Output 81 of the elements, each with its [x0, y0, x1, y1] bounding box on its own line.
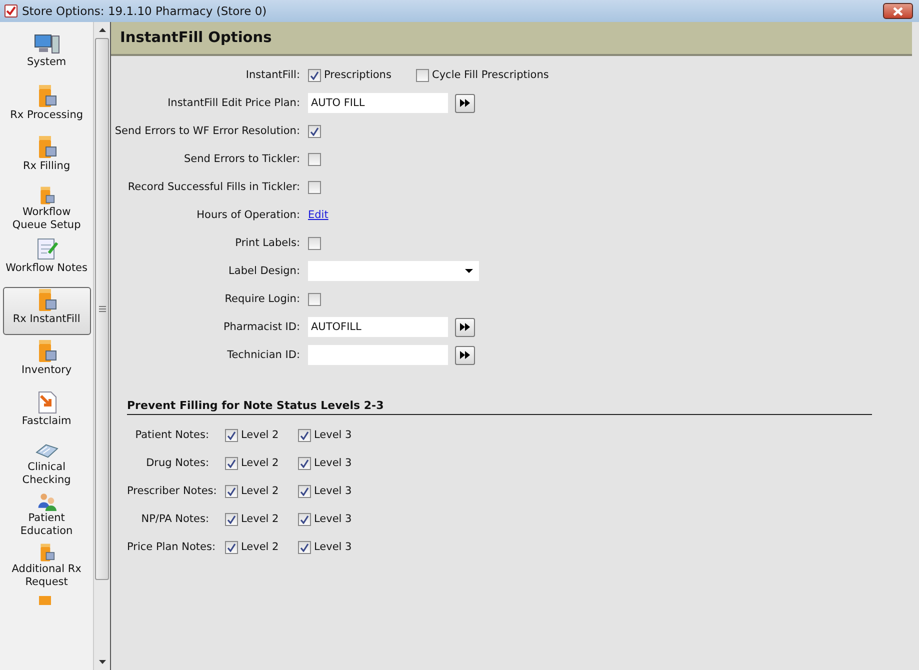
field-label: Drug Notes: [145, 457, 210, 469]
close-button[interactable] [883, 3, 913, 19]
field-label: Print Labels: [234, 237, 301, 249]
lookup-button[interactable] [455, 346, 475, 364]
field-label: Send Errors to WF Error Resolution: [114, 125, 301, 137]
checkbox-label: Level 3 [314, 485, 352, 497]
checkbox[interactable] [308, 292, 321, 306]
checkbox[interactable] [308, 152, 321, 166]
field-label: Patient Notes: [134, 429, 210, 441]
scroll-up-icon [98, 28, 106, 32]
grip-icon [98, 306, 106, 312]
checkbox-label: Level 3 [314, 429, 352, 441]
input-field[interactable]: AUTOFILL [308, 317, 448, 337]
checkbox[interactable] [416, 68, 429, 82]
field-label: Send Errors to Tickler: [183, 153, 301, 165]
document-icon [36, 390, 58, 414]
sidebar-item[interactable]: Rx InstantFill [2, 287, 91, 335]
note-icon [34, 237, 59, 261]
checkbox[interactable] [308, 68, 321, 82]
input-field[interactable] [308, 345, 448, 365]
scroll-thumb[interactable] [95, 38, 110, 580]
fast-forward-icon [460, 99, 470, 107]
close-icon [892, 6, 904, 16]
checkbox[interactable] [225, 512, 238, 526]
field-label: Technician ID: [226, 349, 301, 361]
checkbox-label: Level 3 [314, 513, 352, 525]
checkbox-label: Level 3 [314, 457, 352, 469]
field-label: Prescriber Notes: [127, 485, 218, 497]
field-label: Label Design: [228, 265, 301, 277]
field-label: Record Successful Fills in Tickler: [126, 181, 301, 193]
fast-forward-icon [460, 323, 470, 331]
checkbox[interactable] [308, 180, 321, 194]
checkbox[interactable] [225, 540, 238, 554]
field-label: NP/PA Notes: [140, 513, 210, 525]
sidebar-item[interactable]: System [2, 32, 91, 80]
edit-link[interactable]: Edit [308, 209, 328, 221]
lookup-button[interactable] [455, 94, 475, 112]
sidebar-item[interactable]: Rx Filling [2, 134, 91, 182]
checkbox-label: Cycle Fill Prescriptions [432, 69, 549, 81]
field-label: Price Plan Notes: [127, 541, 216, 553]
checkbox-label: Level 2 [241, 457, 279, 469]
sidebar-item[interactable]: Workflow Queue Setup [2, 185, 91, 233]
panel-title: InstantFill Options [120, 30, 272, 46]
checkbox[interactable] [225, 428, 238, 442]
caret-icon [465, 269, 473, 273]
scroll-down-icon [98, 660, 106, 664]
checkbox[interactable] [225, 456, 238, 470]
checkbox[interactable] [225, 484, 238, 498]
app-icon [4, 4, 18, 18]
window-title: Store Options: 19.1.10 Pharmacy (Store 0) [22, 4, 268, 18]
field-label: Hours of Operation: [196, 209, 301, 221]
checkbox-label: Level 2 [241, 485, 279, 497]
checkbox-label: Level 2 [241, 513, 279, 525]
checkbox[interactable] [298, 540, 311, 554]
sidebar-item[interactable]: Rx Processing [2, 83, 91, 131]
computer-icon [34, 33, 60, 55]
checkbox-label: Level 2 [241, 541, 279, 553]
input-field[interactable]: AUTO FILL [308, 93, 448, 113]
checkbox-label: Level 3 [314, 541, 352, 553]
checkbox[interactable] [298, 484, 311, 498]
sidebar-item[interactable]: Patient Education [2, 491, 91, 539]
field-label: Require Login: [224, 293, 301, 305]
checkbox-label: Prescriptions [324, 69, 392, 81]
scrollbar[interactable] [93, 22, 110, 670]
lookup-button[interactable] [455, 318, 475, 336]
checkbox[interactable] [308, 236, 321, 250]
checkbox[interactable] [308, 124, 321, 138]
field-label: InstantFill: [244, 69, 301, 81]
checkbox[interactable] [298, 456, 311, 470]
checkbox[interactable] [298, 512, 311, 526]
sidebar-item[interactable]: Workflow Notes [2, 236, 91, 284]
field-label: Pharmacist ID: [222, 321, 301, 333]
section-title: Prevent Filling for Note Status Levels 2-3 [127, 399, 872, 415]
checkbox[interactable] [298, 428, 311, 442]
sidebar-item[interactable]: Fastclaim [2, 389, 91, 437]
sidebar-item[interactable]: Clinical Checking [2, 440, 91, 488]
fast-forward-icon [460, 351, 470, 359]
field-label: InstantFill Edit Price Plan: [166, 97, 301, 109]
sidebar-item[interactable]: Inventory [2, 338, 91, 386]
sidebar-item[interactable]: Additional Rx Request [2, 542, 91, 590]
checkbox-label: Level 2 [241, 429, 279, 441]
